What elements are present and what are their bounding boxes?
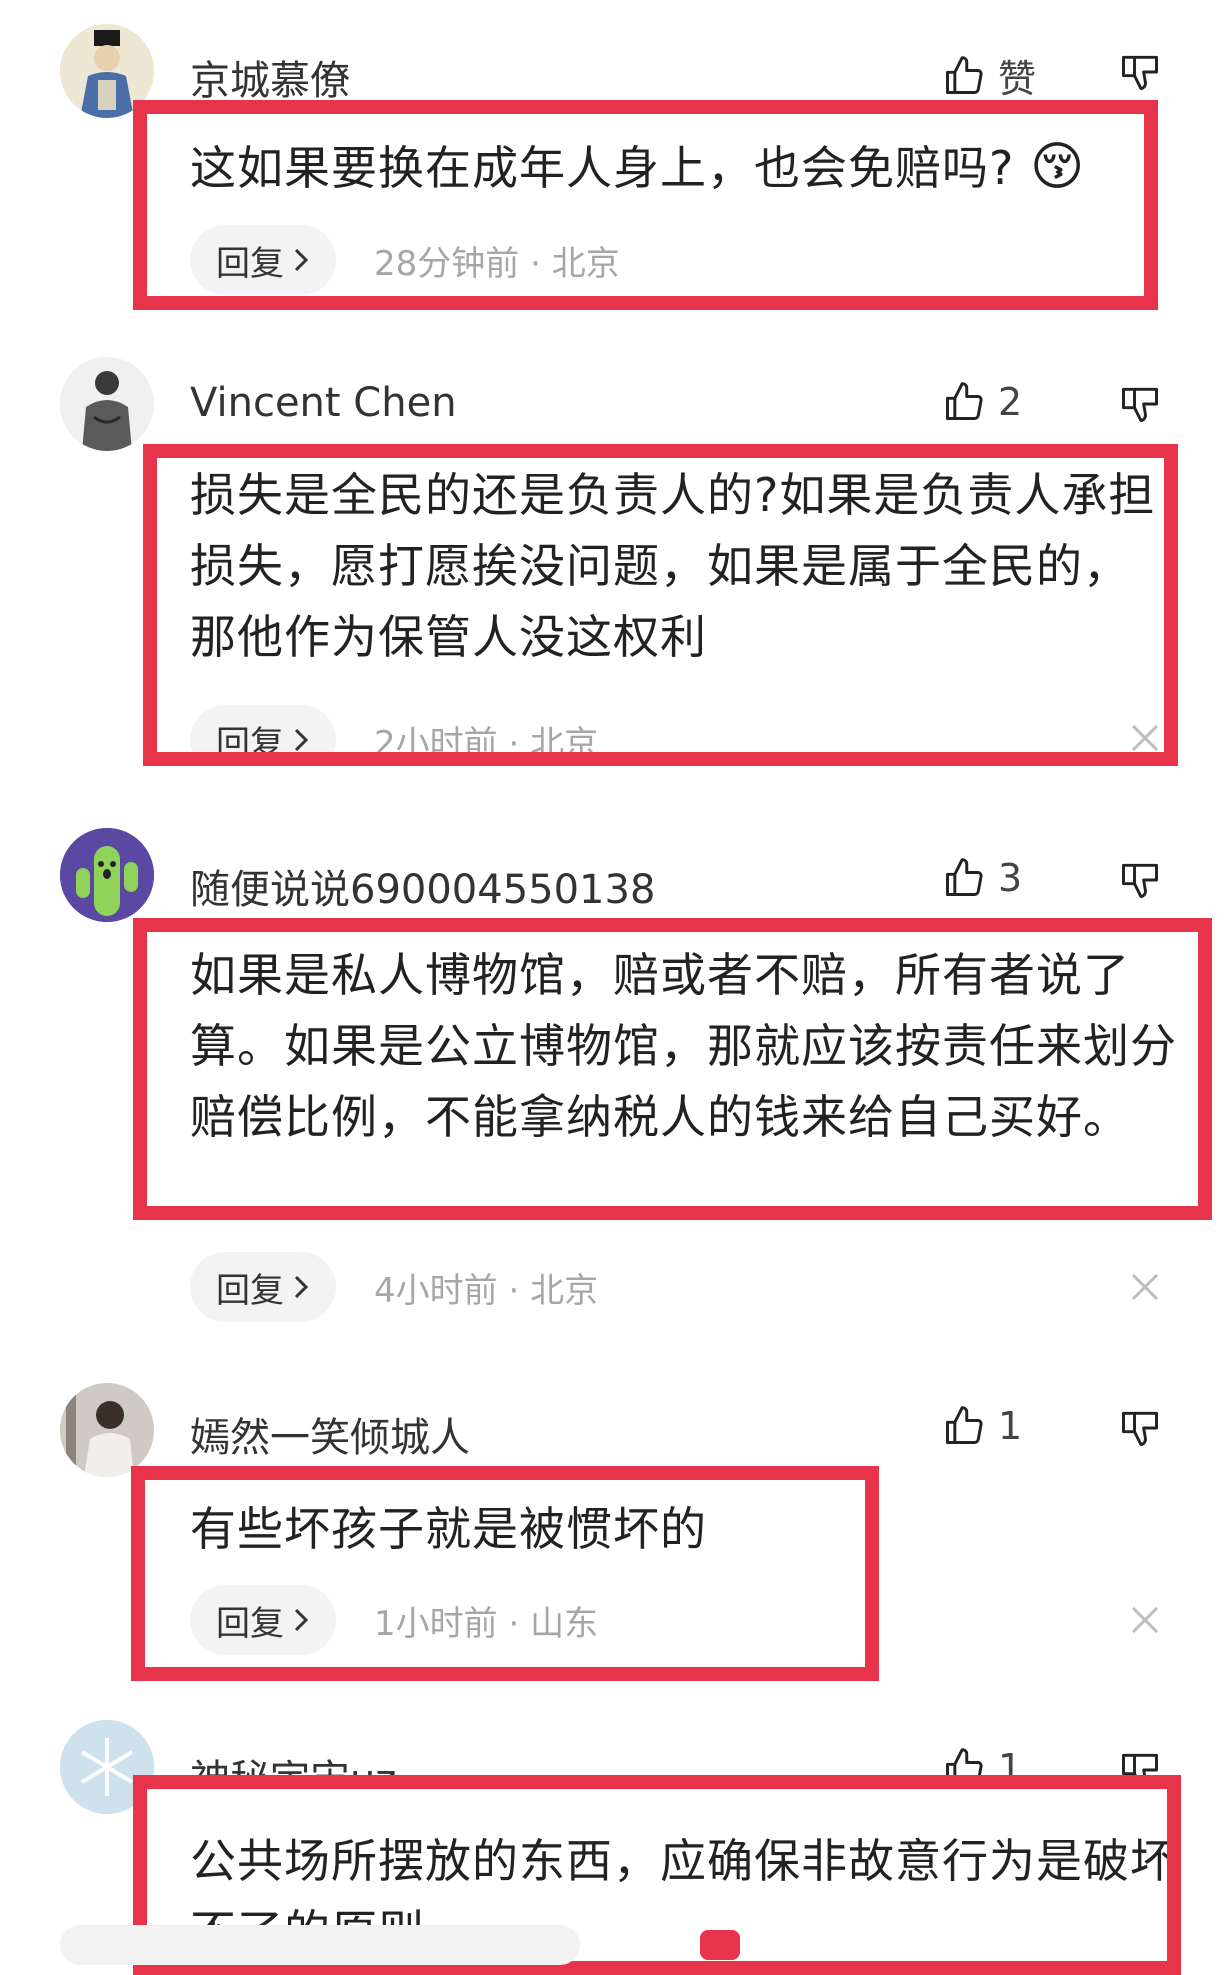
reply-button[interactable]: 回复 [190, 1252, 336, 1322]
username[interactable]: Vincent Chen [190, 380, 457, 426]
comment-meta: 回复 4小时前 · 北京 [190, 1252, 598, 1322]
thumb-down-icon [1122, 863, 1158, 898]
dislike-button[interactable] [1118, 1406, 1162, 1454]
avatar[interactable] [60, 357, 154, 451]
thumb-down-icon [1122, 387, 1158, 422]
like-button[interactable]: 赞 [942, 48, 1036, 103]
like-count: 2 [998, 380, 1023, 424]
dislike-button[interactable] [1118, 382, 1162, 430]
highlight-box [133, 100, 1158, 310]
highlight-box [143, 444, 1178, 766]
location: 北京 [530, 1270, 599, 1311]
close-icon[interactable] [1130, 1272, 1160, 1302]
like-count: 1 [998, 1404, 1023, 1448]
time: 4小时前 [374, 1270, 498, 1311]
notification-badge [700, 1930, 740, 1960]
avatar[interactable] [60, 1383, 154, 1477]
like-count: 3 [998, 856, 1023, 900]
highlight-box [131, 1466, 879, 1681]
username[interactable]: 京城慕僚 [190, 48, 350, 106]
reply-label: 回复 [216, 1270, 284, 1311]
like-count: 赞 [998, 57, 1037, 101]
meta-info: 4小时前 · 北京 [374, 1270, 599, 1311]
comment-input-bar[interactable] [60, 1925, 580, 1965]
thumb-up-icon [946, 55, 983, 94]
dislike-button[interactable] [1118, 50, 1162, 98]
highlight-box [133, 918, 1212, 1220]
thumb-up-icon [946, 858, 983, 896]
username[interactable]: 随便说说690004550138 [190, 857, 655, 915]
thumb-up-icon [946, 1406, 983, 1444]
username[interactable]: 嫣然一笑倾城人 [190, 1405, 470, 1463]
thumb-down-icon [1122, 1411, 1158, 1446]
thumb-down-icon [1122, 55, 1158, 90]
like-button[interactable]: 1 [942, 1404, 1022, 1448]
like-button[interactable]: 2 [942, 380, 1022, 424]
dislike-button[interactable] [1118, 858, 1162, 906]
chevron-right-icon [294, 1275, 309, 1299]
like-button[interactable]: 3 [942, 856, 1022, 900]
avatar[interactable] [60, 828, 154, 922]
thumb-up-icon [946, 382, 983, 420]
close-icon[interactable] [1130, 1605, 1160, 1635]
